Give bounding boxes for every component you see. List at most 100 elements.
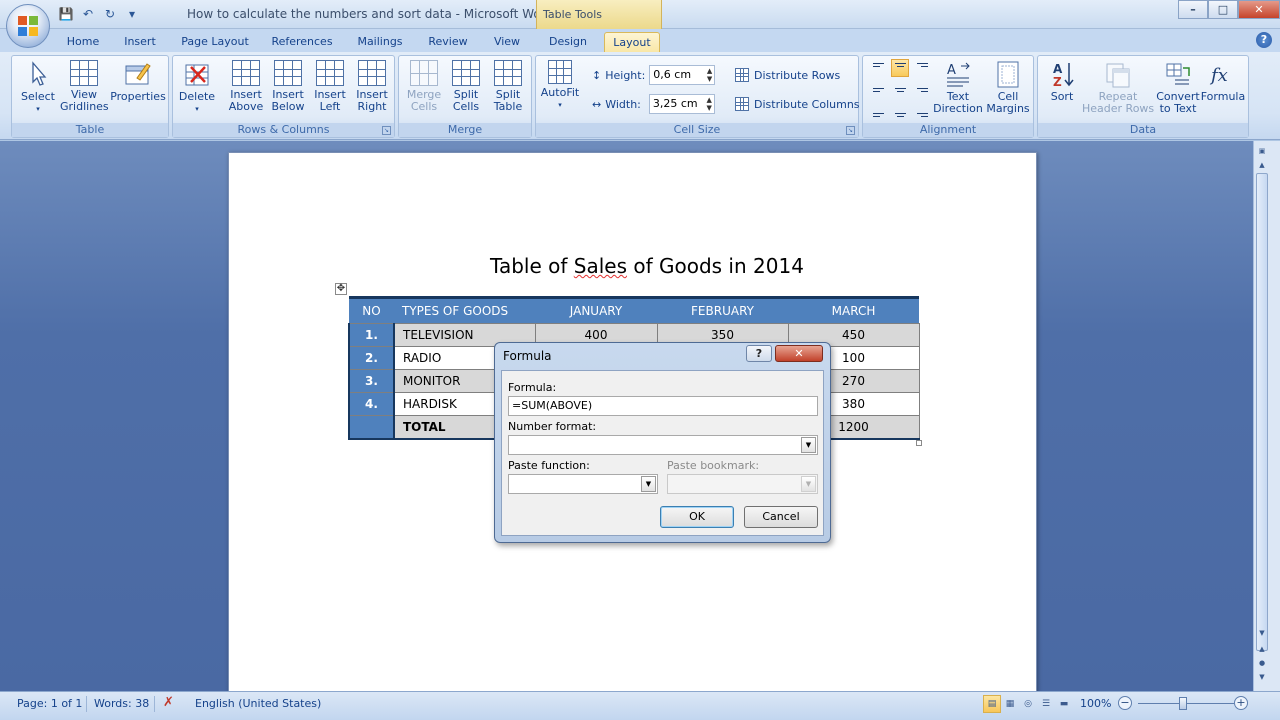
paste-function-dropdown-icon[interactable]: ▼ (641, 476, 656, 492)
tab-layout[interactable]: Layout (604, 32, 660, 52)
split-cells-button[interactable]: Split Cells (445, 60, 487, 113)
align-center-left-icon[interactable] (869, 81, 887, 99)
zoom-out-icon[interactable]: − (1118, 696, 1132, 710)
align-bottom-right-icon[interactable] (913, 103, 931, 121)
header-types-of-goods[interactable]: TYPES OF GOODS (394, 296, 535, 324)
text-direction-button[interactable]: A Text Direction (933, 60, 983, 115)
tab-page-layout[interactable]: Page Layout (176, 32, 254, 52)
header-february[interactable]: FEBRUARY (657, 296, 788, 324)
dialog-help-button[interactable]: ? (746, 345, 772, 362)
zoom-slider-thumb[interactable] (1179, 697, 1187, 710)
help-icon[interactable]: ? (1256, 32, 1272, 48)
tab-review[interactable]: Review (422, 32, 474, 52)
close-window-button[interactable]: ✕ (1238, 0, 1280, 19)
ruler-toggle-icon[interactable]: ▣ (1256, 145, 1268, 157)
save-icon[interactable]: 💾 (58, 6, 74, 22)
insert-above-button[interactable]: Insert Above (225, 60, 267, 113)
row-number[interactable]: 4. (348, 392, 395, 416)
convert-to-text-button[interactable]: Convert to Text (1154, 60, 1202, 115)
table-resize-handle[interactable] (916, 440, 922, 446)
header-no[interactable]: NO (349, 296, 394, 324)
page-count[interactable]: Page: 1 of 1 (17, 697, 82, 710)
proofing-icon[interactable]: ✗ (163, 695, 174, 710)
distribute-columns-button[interactable]: Distribute Columns (735, 97, 860, 111)
group-label-data: Data (1038, 123, 1248, 137)
align-center-icon[interactable] (891, 81, 909, 99)
svg-text:Z: Z (1053, 75, 1062, 88)
formula-input[interactable]: =SUM(ABOVE) (508, 396, 818, 416)
maximize-button[interactable]: □ (1208, 0, 1238, 19)
insert-left-button[interactable]: Insert Left (309, 60, 351, 113)
cell-margins-icon (993, 60, 1023, 88)
draft-icon[interactable]: ▬ (1055, 695, 1073, 713)
insert-below-button[interactable]: Insert Below (267, 60, 309, 113)
align-top-right-icon[interactable] (913, 59, 931, 77)
window-controls: – □ ✕ (1178, 0, 1280, 19)
full-screen-reading-icon[interactable]: ▦ (1001, 695, 1019, 713)
height-spinner-icon[interactable]: ▲ ▼ (707, 67, 712, 83)
row-number[interactable]: 2. (348, 346, 395, 370)
align-center-right-icon[interactable] (913, 81, 931, 99)
word-count[interactable]: Words: 38 (94, 697, 149, 710)
previous-page-icon[interactable]: ▲ (1256, 643, 1268, 655)
ok-button[interactable]: OK (660, 506, 734, 528)
tab-design[interactable]: Design (540, 32, 596, 52)
merge-cells-button[interactable]: Merge Cells (403, 60, 445, 113)
distribute-rows-button[interactable]: Distribute Rows (735, 68, 840, 82)
redo-icon[interactable]: ↻ (102, 6, 118, 22)
tab-mailings[interactable]: Mailings (350, 32, 410, 52)
repeat-header-rows-button[interactable]: Repeat Header Rows (1082, 60, 1154, 115)
table-move-handle-icon[interactable]: ✥ (335, 283, 347, 295)
total-row-number[interactable] (348, 415, 395, 440)
view-gridlines-button[interactable]: View Gridlines (60, 60, 109, 113)
rows-columns-launcher-icon[interactable]: ↘ (382, 126, 391, 135)
cancel-button[interactable]: Cancel (744, 506, 818, 528)
properties-button[interactable]: Properties (110, 60, 166, 103)
select-button[interactable]: Select ▾ (16, 60, 60, 115)
customize-qat-icon[interactable]: ▾ (124, 6, 140, 22)
sort-az-icon: AZ (1047, 60, 1077, 89)
cell-margins-button[interactable]: Cell Margins (983, 60, 1033, 115)
width-spinner-icon[interactable]: ▲ ▼ (707, 96, 712, 112)
formula-button[interactable]: fx Formula (1200, 60, 1246, 103)
minimize-button[interactable]: – (1178, 0, 1208, 19)
header-january[interactable]: JANUARY (535, 296, 657, 324)
tab-references[interactable]: References (265, 32, 339, 52)
align-top-left-icon[interactable] (869, 59, 887, 77)
paste-function-select[interactable]: ▼ (508, 474, 658, 494)
dialog-close-button[interactable]: ✕ (775, 345, 823, 362)
office-button[interactable] (6, 4, 50, 48)
header-march[interactable]: MARCH (788, 296, 919, 324)
height-input[interactable]: 0,6 cm ▲ ▼ (649, 65, 716, 85)
cell-size-launcher-icon[interactable]: ↘ (846, 126, 855, 135)
insert-right-button[interactable]: Insert Right (351, 60, 393, 113)
scroll-down-icon[interactable]: ▼ (1256, 627, 1268, 639)
tab-view[interactable]: View (486, 32, 528, 52)
next-page-icon[interactable]: ▼ (1256, 671, 1268, 683)
align-bottom-center-icon[interactable] (891, 103, 909, 121)
vertical-scrollbar[interactable]: ▣ ▲ ▼ ▲ ● ▼ (1253, 141, 1280, 691)
outline-icon[interactable]: ☰ (1037, 695, 1055, 713)
scroll-thumb[interactable] (1256, 173, 1268, 651)
delete-button[interactable]: Delete ▾ (177, 60, 217, 115)
width-input[interactable]: 3,25 cm ▲ ▼ (648, 94, 715, 114)
tab-insert[interactable]: Insert (116, 32, 164, 52)
browse-object-icon[interactable]: ● (1256, 657, 1268, 669)
language-indicator[interactable]: English (United States) (195, 697, 321, 710)
split-table-button[interactable]: Split Table (487, 60, 529, 113)
row-number[interactable]: 1. (348, 323, 395, 347)
web-layout-icon[interactable]: ◎ (1019, 695, 1037, 713)
zoom-level[interactable]: 100% (1080, 697, 1111, 710)
align-top-center-icon[interactable] (891, 59, 909, 77)
undo-icon[interactable]: ↶ (80, 6, 96, 22)
tab-home[interactable]: Home (60, 32, 106, 52)
number-format-dropdown-icon[interactable]: ▼ (801, 437, 816, 453)
print-layout-icon[interactable]: ▤ (983, 695, 1001, 713)
number-format-select[interactable]: ▼ (508, 435, 818, 455)
autofit-button[interactable]: AutoFit ▾ (538, 60, 582, 111)
zoom-in-icon[interactable]: + (1234, 696, 1248, 710)
sort-button[interactable]: AZ Sort (1044, 60, 1080, 103)
row-number[interactable]: 3. (348, 369, 395, 393)
align-bottom-left-icon[interactable] (869, 103, 887, 121)
scroll-up-icon[interactable]: ▲ (1256, 159, 1268, 171)
